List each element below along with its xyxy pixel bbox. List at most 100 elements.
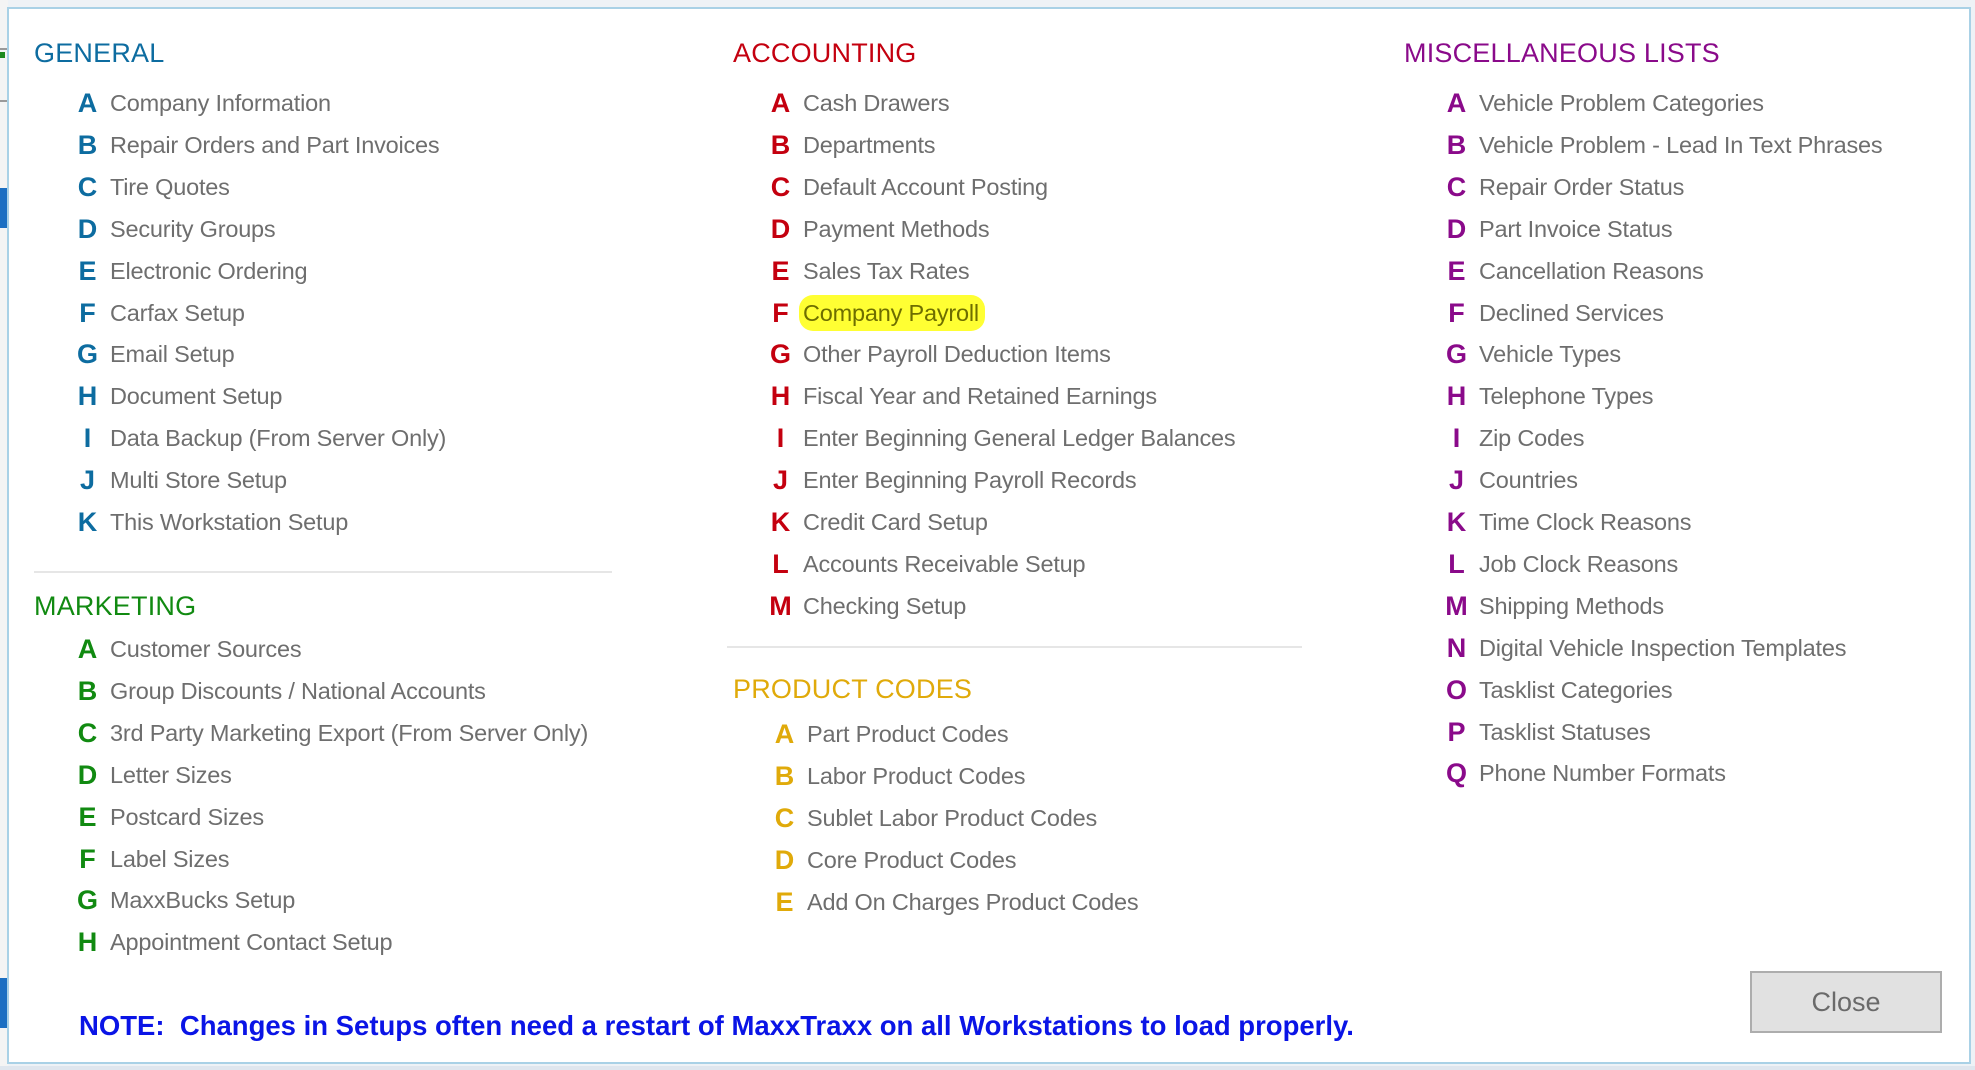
menu-item-marketing-c[interactable]: C 3rd Party Marketing Export (From Server… [71,715,589,751]
menu-item-label-highlighted: Company Payroll [799,295,985,331]
section-title-accounting: ACCOUNTING [733,38,917,68]
menu-item-misc-lists-i[interactable]: I Zip Codes [1440,420,1585,456]
menu-item-hotkey: G [769,339,791,369]
menu-item-marketing-g[interactable]: G MaxxBucks Setup [71,882,295,918]
menu-item-accounting-e[interactable]: E Sales Tax Rates [764,253,969,289]
menu-item-accounting-i[interactable]: I Enter Beginning General Ledger Balances [764,420,1236,456]
menu-item-accounting-k[interactable]: K Credit Card Setup [764,504,988,540]
menu-item-misc-lists-g[interactable]: G Vehicle Types [1440,336,1621,372]
menu-item-label: Other Payroll Deduction Items [803,341,1111,367]
menu-item-hotkey: H [770,381,791,411]
menu-item-label: Customer Sources [110,636,302,662]
menu-item-label: Digital Vehicle Inspection Templates [1479,635,1847,661]
menu-item-hotkey: K [1446,507,1467,537]
section-divider [34,571,612,573]
menu-item-hotkey: C [77,718,98,748]
menu-item-misc-lists-c[interactable]: C Repair Order Status [1440,169,1685,205]
menu-item-accounting-d[interactable]: D Payment Methods [764,211,990,247]
menu-item-label: Group Discounts / National Accounts [110,678,486,704]
menu-item-accounting-l[interactable]: L Accounts Receivable Setup [764,546,1085,582]
menu-item-misc-lists-k[interactable]: K Time Clock Reasons [1440,504,1692,540]
menu-item-hotkey: F [1448,298,1465,328]
menu-item-label: Document Setup [110,383,283,409]
menu-item-general-e[interactable]: E Electronic Ordering [71,253,307,289]
menu-item-accounting-g[interactable]: G Other Payroll Deduction Items [764,336,1111,372]
menu-item-label: Postcard Sizes [110,804,264,830]
menu-item-general-b[interactable]: B Repair Orders and Part Invoices [71,127,440,163]
menu-item-general-d[interactable]: D Security Groups [71,211,276,247]
menu-item-product-codes-d[interactable]: D Core Product Codes [768,842,1017,878]
menu-item-accounting-b[interactable]: B Departments [764,127,936,163]
menu-item-label: Tasklist Statuses [1479,719,1651,745]
menu-item-accounting-a[interactable]: A Cash Drawers [764,85,950,121]
menu-item-general-a[interactable]: A Company Information [71,85,331,121]
menu-item-label: Letter Sizes [110,762,232,788]
menu-item-label: Core Product Codes [807,847,1017,873]
menu-item-hotkey: M [769,591,792,621]
menu-item-accounting-h[interactable]: H Fiscal Year and Retained Earnings [764,378,1157,414]
menu-item-label: Labor Product Codes [807,763,1026,789]
menu-item-hotkey: H [77,381,98,411]
menu-item-hotkey: C [770,172,791,202]
menu-item-hotkey: B [774,761,795,791]
menu-item-hotkey: C [774,803,795,833]
menu-item-accounting-m[interactable]: M Checking Setup [764,588,966,624]
menu-item-label: Repair Orders and Part Invoices [110,132,440,158]
menu-item-marketing-e[interactable]: E Postcard Sizes [71,799,264,835]
menu-item-general-g[interactable]: G Email Setup [71,336,235,372]
menu-item-misc-lists-p[interactable]: P Tasklist Statuses [1440,714,1651,750]
menu-item-label: Data Backup (From Server Only) [110,425,447,451]
menu-item-label: Electronic Ordering [110,258,308,284]
menu-item-hotkey: F [79,844,96,874]
menu-item-general-k[interactable]: K This Workstation Setup [71,504,349,540]
menu-item-misc-lists-o[interactable]: O Tasklist Categories [1440,672,1673,708]
menu-item-misc-lists-j[interactable]: J Countries [1440,462,1578,498]
menu-item-general-i[interactable]: I Data Backup (From Server Only) [71,420,447,456]
menu-item-general-h[interactable]: H Document Setup [71,378,283,414]
menu-item-accounting-f[interactable]: F Company Payroll [764,295,985,331]
menu-item-misc-lists-n[interactable]: N Digital Vehicle Inspection Templates [1440,630,1847,666]
menu-item-misc-lists-a[interactable]: A Vehicle Problem Categories [1440,85,1764,121]
menu-item-misc-lists-d[interactable]: D Part Invoice Status [1440,211,1673,247]
menu-item-misc-lists-h[interactable]: H Telephone Types [1440,378,1654,414]
menu-item-label: Credit Card Setup [803,509,988,535]
menu-item-misc-lists-l[interactable]: L Job Clock Reasons [1440,546,1678,582]
menu-item-marketing-h[interactable]: H Appointment Contact Setup [71,924,393,960]
menu-item-product-codes-c[interactable]: C Sublet Labor Product Codes [768,800,1097,836]
menu-item-product-codes-a[interactable]: A Part Product Codes [768,716,1009,752]
close-button[interactable]: Close [1750,971,1942,1033]
menu-item-marketing-a[interactable]: A Customer Sources [71,631,302,667]
menu-item-general-c[interactable]: C Tire Quotes [71,169,230,205]
menu-item-label: Label Sizes [110,846,230,872]
menu-item-hotkey: B [77,676,98,706]
menu-item-misc-lists-q[interactable]: Q Phone Number Formats [1440,755,1726,791]
menu-item-accounting-c[interactable]: C Default Account Posting [764,169,1048,205]
menu-item-hotkey: J [1448,465,1465,495]
menu-item-hotkey: L [772,549,789,579]
section-title-general: GENERAL [34,38,165,68]
menu-item-label: Vehicle Problem - Lead In Text Phrases [1479,132,1883,158]
menu-item-hotkey: A [774,719,795,749]
menu-item-product-codes-e[interactable]: E Add On Charges Product Codes [768,884,1138,920]
section-title-product-codes: PRODUCT CODES [733,674,973,704]
menu-item-misc-lists-f[interactable]: F Declined Services [1440,295,1664,331]
menu-item-marketing-f[interactable]: F Label Sizes [71,841,229,877]
menu-item-product-codes-b[interactable]: B Labor Product Codes [768,758,1026,794]
menu-item-label: This Workstation Setup [110,509,349,535]
menu-item-misc-lists-m[interactable]: M Shipping Methods [1440,588,1664,624]
menu-item-marketing-b[interactable]: B Group Discounts / National Accounts [71,673,486,709]
menu-item-hotkey: D [77,214,98,244]
menu-item-general-f[interactable]: F Carfax Setup [71,295,245,331]
menu-item-misc-lists-b[interactable]: B Vehicle Problem - Lead In Text Phrases [1440,127,1883,163]
section-title-misc-lists: MISCELLANEOUS LISTS [1404,38,1720,68]
menu-item-marketing-d[interactable]: D Letter Sizes [71,757,232,793]
menu-item-hotkey: H [77,927,98,957]
menu-item-label: Company Information [110,90,331,116]
menu-item-label: Repair Order Status [1479,174,1685,200]
menu-item-hotkey: D [774,845,795,875]
menu-item-misc-lists-e[interactable]: E Cancellation Reasons [1440,253,1703,289]
menu-item-hotkey: G [76,885,98,915]
menu-item-general-j[interactable]: J Multi Store Setup [71,462,287,498]
menu-item-label: Enter Beginning Payroll Records [803,467,1137,493]
menu-item-accounting-j[interactable]: J Enter Beginning Payroll Records [764,462,1137,498]
